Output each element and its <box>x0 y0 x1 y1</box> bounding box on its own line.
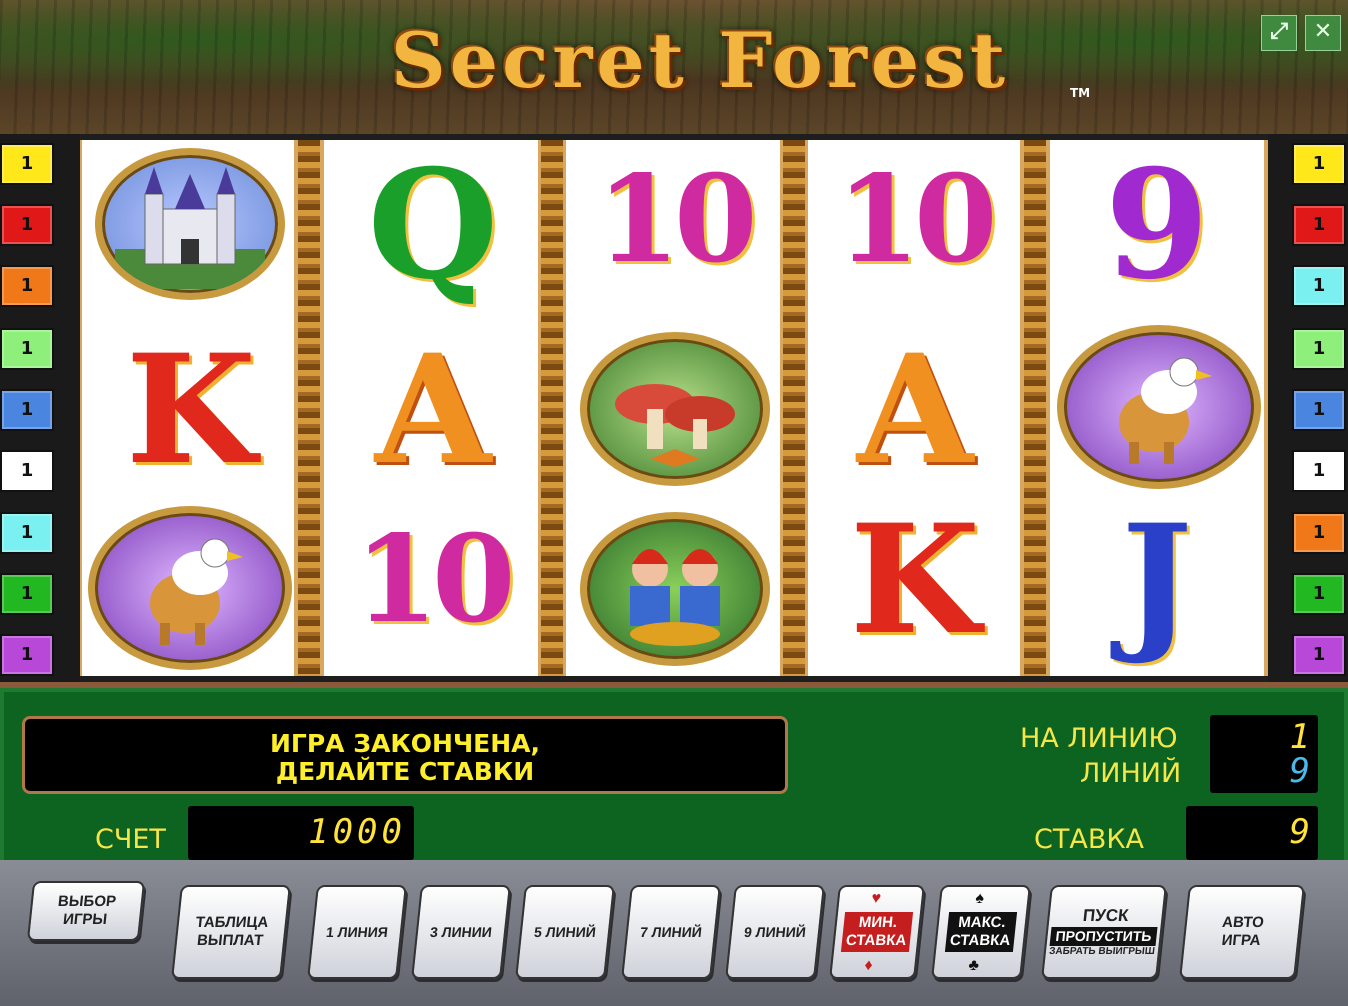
game-title: Secret Forest <box>390 16 1010 105</box>
king-symbol: K <box>849 492 981 668</box>
left-line-badge: 1 <box>0 328 54 370</box>
paytable-button[interactable]: ТАБЛИЦА ВЫПЛАТ <box>171 885 291 979</box>
chain-divider <box>1024 140 1046 676</box>
nine-lines-button[interactable]: 9 ЛИНИЙ <box>725 885 825 979</box>
queen-symbol: Q <box>367 137 499 313</box>
choose-game-label: ВЫБОР <box>57 893 117 910</box>
lines-label: ЛИНИЙ <box>1080 758 1182 789</box>
griffin-symbol <box>88 506 292 670</box>
one-line-label: 1 ЛИНИЯ <box>325 923 389 940</box>
jack-symbol: J <box>1121 492 1193 668</box>
paytable-label: ТАБЛИЦА <box>194 914 270 931</box>
choose-game-button[interactable]: ВЫБОР ИГРЫ <box>26 881 146 941</box>
right-line-badge: 1 <box>1292 573 1346 615</box>
min-bet-button[interactable]: ♥ МИН. СТАВКА ♦ <box>829 885 925 979</box>
diamond-icon: ♦ <box>863 956 874 974</box>
right-line-badge: 1 <box>1292 389 1346 431</box>
left-line-badge: 1 <box>0 389 54 431</box>
left-line-badge: 1 <box>0 143 54 185</box>
chain-divider <box>783 140 805 676</box>
five-lines-button[interactable]: 5 ЛИНИЙ <box>515 885 615 979</box>
three-lines-label: 3 ЛИНИИ <box>429 923 493 940</box>
left-line-badge: 1 <box>0 573 54 615</box>
five-lines-label: 5 ЛИНИЙ <box>533 923 597 940</box>
right-line-badge: 1 <box>1292 634 1346 676</box>
ace-symbol: A <box>374 322 492 498</box>
bet-label: СТАВКА <box>1034 824 1144 855</box>
message-line-2: ДЕЛАЙТЕ СТАВКИ <box>275 757 535 786</box>
right-line-badge: 1 <box>1292 204 1346 246</box>
spade-icon: ♠ <box>974 890 985 907</box>
chain-divider <box>298 140 320 676</box>
max-bet-label: МАКС. <box>957 914 1007 931</box>
paytable-label: ВЫПЛАТ <box>196 932 265 949</box>
right-line-badge: 1 <box>1292 143 1346 185</box>
game-header: Secret Forest TM ⤢ ✕ <box>0 0 1348 134</box>
right-line-badge: 1 <box>1292 328 1346 370</box>
heart-icon: ♥ <box>870 890 882 907</box>
right-line-badge: 1 <box>1292 265 1346 307</box>
per-line-label: НА ЛИНИЮ <box>1020 723 1178 754</box>
credit-display: 1000 <box>188 806 414 860</box>
max-bet-label: СТАВКА <box>949 932 1012 949</box>
one-line-button[interactable]: 1 ЛИНИЯ <box>307 885 407 979</box>
left-line-badge: 1 <box>0 450 54 492</box>
collect-win-label: ЗАБРАТЬ ВЫИГРЫШ <box>1048 945 1156 957</box>
auto-label: АВТО <box>1221 914 1265 931</box>
min-bet-label: СТАВКА <box>845 932 908 949</box>
expand-icon[interactable]: ⤢ <box>1261 15 1297 51</box>
club-icon: ♣ <box>967 956 980 974</box>
dwarves-symbol <box>580 512 770 666</box>
skip-label: ПРОПУСТИТЬ <box>1049 926 1158 946</box>
ten-symbol: 10 <box>354 509 516 650</box>
lines-value: 9 <box>1289 751 1310 791</box>
auto-play-button[interactable]: АВТО ИГРА <box>1179 885 1305 979</box>
left-line-badge: 1 <box>0 634 54 676</box>
seven-lines-label: 7 ЛИНИЙ <box>639 923 703 940</box>
ace-symbol: A <box>856 322 974 498</box>
credit-value: 1000 <box>308 812 406 852</box>
message-box: ИГРА ЗАКОНЧЕНА, ДЕЛАЙТЕ СТАВКИ <box>22 716 788 794</box>
left-line-badge: 1 <box>0 512 54 554</box>
auto-label: ИГРА <box>1220 932 1262 949</box>
mushrooms-symbol <box>580 332 770 486</box>
start-button[interactable]: ПУСК ПРОПУСТИТЬ ЗАБРАТЬ ВЫИГРЫШ <box>1041 885 1167 979</box>
choose-game-label: ИГРЫ <box>62 911 108 928</box>
griffin-symbol <box>1057 325 1261 489</box>
right-line-badge: 1 <box>1292 512 1346 554</box>
seven-lines-button[interactable]: 7 ЛИНИЙ <box>621 885 721 979</box>
left-line-badge: 1 <box>0 204 54 246</box>
king-symbol: K <box>125 322 257 498</box>
nine-lines-label: 9 ЛИНИЙ <box>743 923 807 940</box>
chain-divider <box>541 140 563 676</box>
per-line-display: 1 9 <box>1210 715 1318 793</box>
nine-symbol: 9 <box>1104 137 1210 313</box>
castle-symbol <box>95 148 285 300</box>
close-icon[interactable]: ✕ <box>1305 15 1341 51</box>
right-line-badge: 1 <box>1292 450 1346 492</box>
bet-value: 9 <box>1289 812 1310 852</box>
min-bet-label: МИН. <box>857 914 899 931</box>
trademark: TM <box>1070 86 1091 100</box>
ten-symbol: 10 <box>836 149 998 290</box>
max-bet-button[interactable]: ♠ МАКС. СТАВКА ♣ <box>931 885 1031 979</box>
bet-display: 9 <box>1186 806 1318 860</box>
start-label: ПУСК <box>1081 906 1130 926</box>
message-line-1: ИГРА ЗАКОНЧЕНА, <box>270 729 540 758</box>
credit-label: СЧЕТ <box>95 824 166 855</box>
left-line-badge: 1 <box>0 265 54 307</box>
three-lines-button[interactable]: 3 ЛИНИИ <box>411 885 511 979</box>
ten-symbol: 10 <box>596 149 758 290</box>
